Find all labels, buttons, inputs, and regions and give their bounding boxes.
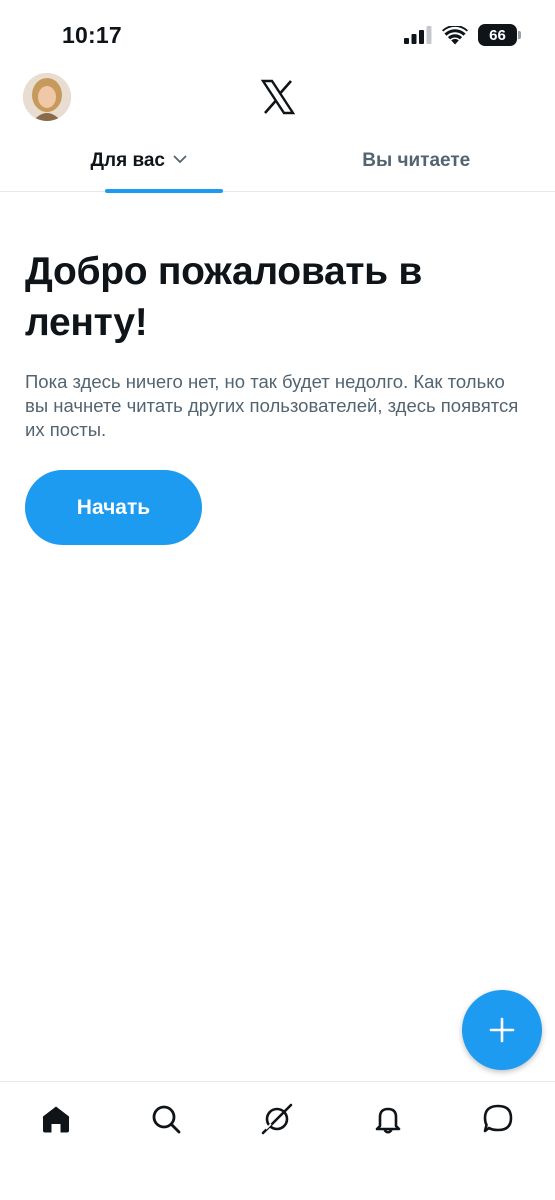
signal-icon	[404, 26, 432, 44]
battery-icon: 66	[478, 24, 521, 46]
battery-level: 66	[489, 26, 506, 44]
tab-following[interactable]: Вы читаете	[278, 136, 555, 192]
nav-messages[interactable]	[481, 1102, 515, 1136]
messages-icon	[483, 1104, 513, 1133]
tab-label: Для вас	[90, 150, 166, 171]
home-icon	[43, 1106, 69, 1133]
empty-feed-message: Добро пожаловать в ленту! Пока здесь нич…	[25, 246, 530, 442]
plus-icon	[489, 1017, 515, 1043]
chevron-down-icon[interactable]	[173, 154, 187, 164]
nav-home[interactable]	[39, 1102, 73, 1136]
grok-icon	[261, 1103, 293, 1135]
start-button[interactable]: Начать	[25, 470, 202, 545]
screen: 10:17 66 Для вас Вы читаете Добро пожало…	[0, 0, 555, 1200]
tab-label: Вы читаете	[362, 150, 471, 171]
wifi-icon	[442, 25, 468, 44]
page-subtitle: Пока здесь ничего нет, но так будет недо…	[25, 371, 519, 440]
status-bar: 10:17 66	[0, 0, 555, 66]
compose-button[interactable]	[462, 990, 542, 1070]
search-icon	[152, 1105, 181, 1134]
nav-grok[interactable]	[260, 1102, 294, 1136]
avatar[interactable]	[23, 73, 71, 121]
page-title: Добро пожаловать в ленту!	[25, 250, 423, 344]
avatar-image	[23, 73, 71, 121]
tab-for-you[interactable]: Для вас	[0, 136, 278, 192]
bell-icon	[375, 1107, 401, 1134]
status-time: 10:17	[62, 22, 122, 48]
x-logo-icon[interactable]	[260, 79, 296, 115]
status-icons: 66	[404, 24, 521, 46]
nav-search[interactable]	[149, 1102, 183, 1136]
feed-tabs: Для вас Вы читаете	[0, 136, 555, 193]
header: Для вас Вы читаете	[0, 66, 555, 193]
active-tab-indicator	[105, 189, 223, 193]
bottom-nav	[0, 1081, 555, 1200]
nav-notifications[interactable]	[371, 1102, 405, 1136]
